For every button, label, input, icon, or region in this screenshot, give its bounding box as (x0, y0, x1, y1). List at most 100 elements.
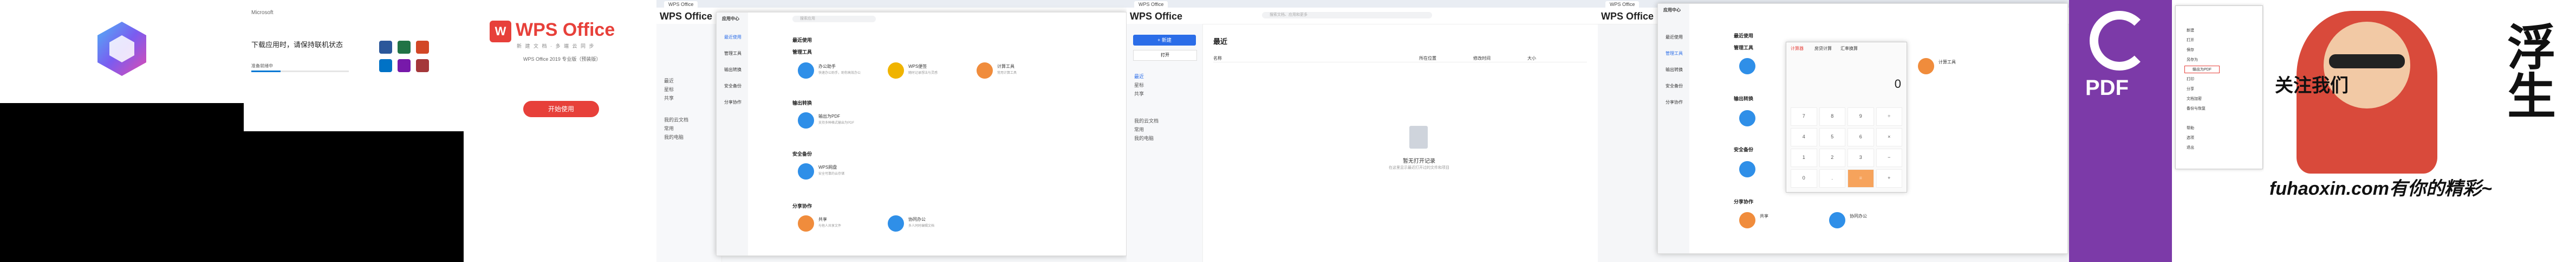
menu-item[interactable]: 分享 (2187, 86, 2194, 92)
pdf-export-icon[interactable] (1739, 110, 1755, 126)
section-title: 安全备份 (1734, 147, 1754, 152)
tab-wps[interactable]: WPS Office (1605, 1, 1640, 8)
installer-status: 准备就绪中 (251, 63, 273, 68)
installer-card: Microsoft 下载应用时，请保持联机状态 准备就绪中 (244, 0, 464, 131)
calc-key[interactable]: 0 (1791, 169, 1817, 188)
sidebar-item[interactable]: 共享 (664, 94, 674, 101)
top-bar: WPS Office 搜索文档、应用和更多 (1127, 8, 1598, 24)
dialog-nav-item[interactable]: 输出转换 (1666, 67, 1683, 73)
sidebar-item[interactable]: 我的电脑 (664, 133, 684, 140)
new-button[interactable]: + 新建 (1133, 35, 1196, 46)
cloud-drive-icon[interactable] (798, 163, 814, 180)
sidebar-item[interactable]: 最近 (664, 77, 674, 84)
menu-item-selected[interactable]: 输出为PDF (2184, 66, 2220, 73)
calculator-icon[interactable] (1918, 58, 1934, 74)
sidebar-item[interactable]: 共享 (1134, 90, 1144, 97)
section-share: 分享协作 (792, 203, 812, 209)
calc-key[interactable]: = (1848, 169, 1874, 188)
sidebar-item[interactable]: 我的云文档 (1134, 117, 1159, 124)
open-button[interactable]: 打开 (1133, 50, 1197, 61)
sidebar-item[interactable]: 我的云文档 (664, 116, 688, 123)
assistant-icon[interactable] (798, 62, 814, 79)
panel-wps-splash: W WPS Office 新 建 文 档 · 多 端 云 同 步 WPS Off… (464, 0, 656, 262)
calc-key[interactable]: 1 (1791, 149, 1817, 167)
dialog-nav-item[interactable]: 最近使用 (1666, 34, 1683, 40)
tab-wps[interactable]: WPS Office (664, 1, 698, 8)
calc-key[interactable]: 5 (1819, 128, 1845, 146)
app-desc: 随时记录想法与灵感 (908, 72, 938, 75)
calc-key[interactable]: − (1876, 149, 1902, 167)
search-input[interactable]: 搜索应用 (792, 16, 876, 22)
calc-display: 0 (1894, 77, 1901, 91)
dialog-nav-item[interactable]: 安全备份 (1666, 83, 1683, 89)
section-recent: 最近使用 (792, 37, 812, 43)
menu-item[interactable]: 新建 (2187, 28, 2194, 33)
menu-item[interactable]: 打开 (2187, 37, 2194, 43)
app-icons-grid (379, 41, 455, 79)
menu-item[interactable]: 帮助 (2187, 125, 2194, 131)
sidebar: + 新建 打开 最近 星标 共享 我的云文档 常用 我的电脑 (1127, 24, 1203, 262)
wps-slogan: 新 建 文 档 · 多 端 云 同 步 (517, 43, 595, 49)
onenote-icon (398, 59, 411, 72)
collab-icon[interactable] (1829, 212, 1845, 228)
calc-key[interactable]: × (1876, 128, 1902, 146)
menu-item[interactable]: 备份与恢复 (2187, 106, 2206, 111)
dialog-nav-item[interactable]: 分享协作 (1666, 99, 1683, 105)
calc-key[interactable]: ÷ (1876, 107, 1902, 126)
sidebar-item[interactable]: 星标 (1134, 81, 1144, 88)
notes-icon[interactable] (888, 62, 904, 79)
assistant-icon[interactable] (1739, 58, 1755, 74)
app-title: 共享 (1760, 214, 1768, 219)
menu-item[interactable]: 打印 (2187, 76, 2194, 82)
sidebar-item[interactable]: 常用 (664, 125, 674, 132)
tab-wps[interactable]: WPS Office (1134, 1, 1168, 8)
column-location: 所在位置 (1419, 56, 1436, 61)
calc-key[interactable]: 4 (1791, 128, 1817, 146)
sidebar-item[interactable]: 最近 (1134, 73, 1144, 80)
dialog-sidebar: 应用中心 最近使用 管理工具 输出转换 安全备份 分享协作 (1658, 4, 1689, 253)
tab-bar: WPS Office (1127, 0, 1598, 8)
calc-tab[interactable]: 计算器 (1791, 46, 1804, 52)
app-title: 共享 (818, 217, 827, 222)
calc-tab[interactable]: 汇率换算 (1840, 46, 1858, 52)
dialog-nav-item[interactable]: 输出转换 (724, 67, 741, 73)
dialog-nav-item[interactable]: 分享协作 (724, 99, 741, 105)
calc-key[interactable]: 3 (1848, 149, 1874, 167)
excel-icon (398, 41, 411, 54)
calc-key[interactable]: + (1876, 169, 1902, 188)
dialog-nav-item[interactable]: 管理工具 (724, 50, 741, 56)
pdf-swirl-icon (2090, 11, 2149, 71)
start-button[interactable]: 开始使用 (523, 101, 599, 117)
microsoft365-logo-icon (97, 22, 146, 76)
collab-icon[interactable] (888, 215, 904, 232)
menu-item[interactable]: 保存 (2187, 47, 2194, 53)
dialog-nav-item[interactable]: 安全备份 (724, 83, 741, 89)
calc-key[interactable]: 8 (1819, 107, 1845, 126)
calculator-icon[interactable] (977, 62, 993, 79)
search-input[interactable]: 搜索文档、应用和更多 (1262, 12, 1432, 18)
calc-key[interactable]: 6 (1848, 128, 1874, 146)
calc-key[interactable]: 7 (1791, 107, 1817, 126)
calc-key[interactable]: . (1819, 169, 1845, 188)
cloud-drive-icon[interactable] (1739, 161, 1755, 177)
share-icon[interactable] (798, 215, 814, 232)
empty-desc: 在这里显示最近打开过的文件和项目 (1389, 166, 1449, 170)
dialog-nav-item[interactable]: 管理工具 (1666, 50, 1683, 56)
menu-item[interactable]: 退出 (2187, 145, 2194, 150)
wps-logo: WPS Office (1130, 11, 1183, 22)
sidebar-item[interactable]: 我的电脑 (1134, 135, 1154, 142)
calc-tab[interactable]: 房贷计算 (1814, 46, 1832, 52)
dialog-nav-item[interactable]: 最近使用 (724, 34, 741, 40)
menu-item[interactable]: 文档加密 (2187, 96, 2202, 101)
menu-item[interactable]: 另存为 (2187, 57, 2198, 62)
panel-wps-home: WPS Office WPS Office 搜索文档、应用和更多 + 新建 打开… (1127, 0, 1598, 262)
menu-item[interactable]: 选项 (2187, 135, 2194, 140)
sidebar-item[interactable]: 常用 (1134, 126, 1144, 133)
calc-key[interactable]: 2 (1819, 149, 1845, 167)
pdf-export-icon[interactable] (798, 112, 814, 129)
share-icon[interactable] (1739, 212, 1755, 228)
calc-key[interactable]: 9 (1848, 107, 1874, 126)
sidebar-item[interactable]: 星标 (664, 86, 674, 93)
progress-bar (251, 71, 349, 72)
section-title: 输出转换 (1734, 96, 1754, 101)
